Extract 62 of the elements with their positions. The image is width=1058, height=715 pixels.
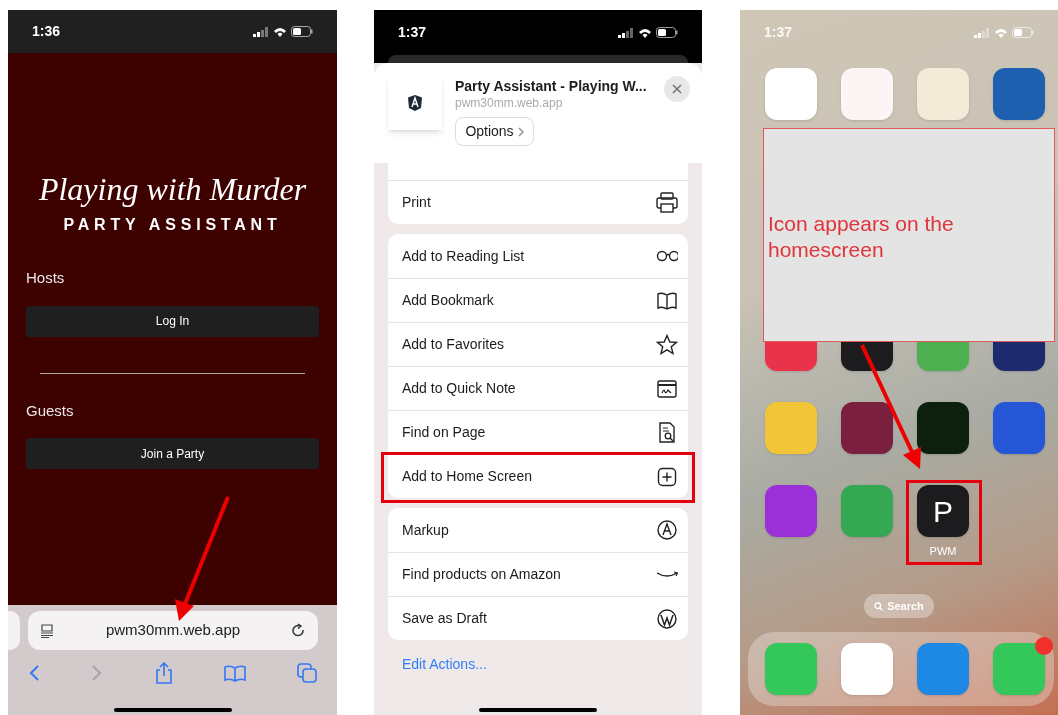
action-row[interactable]: Add to Favorites — [388, 322, 688, 366]
document-search-icon — [656, 421, 678, 444]
battery-icon — [291, 26, 313, 37]
add-square-icon — [656, 465, 678, 488]
pen-circle-icon — [656, 519, 678, 541]
section-heading: Hosts — [26, 268, 66, 288]
action-row[interactable]: Add to Home Screen — [388, 454, 688, 498]
app-icon[interactable] — [917, 402, 969, 454]
search-icon — [874, 601, 884, 611]
star-icon — [656, 333, 678, 356]
signal-icon — [253, 26, 269, 37]
status-time: 1:37 — [398, 23, 427, 42]
button[interactable]: Log In — [26, 305, 319, 337]
callout-text: Icon appears on the homescreen — [763, 128, 1055, 342]
signal-icon — [618, 27, 634, 38]
battery-icon — [656, 27, 678, 38]
chevron-icon — [517, 126, 524, 137]
battery-icon — [1012, 27, 1034, 38]
tab-preview[interactable] — [8, 611, 20, 650]
forward-icon[interactable] — [91, 664, 104, 682]
wifi-icon — [994, 27, 1008, 38]
signal-icon — [974, 27, 990, 38]
printer-icon — [656, 191, 678, 214]
share-icon[interactable] — [154, 662, 173, 684]
app-label: PWM — [929, 544, 957, 559]
app-icon[interactable] — [993, 342, 1045, 371]
logo-subtitle: PARTY ASSISTANT — [62, 215, 283, 235]
action-row[interactable]: Add to Quick Note — [388, 366, 688, 410]
app-icon[interactable] — [993, 68, 1045, 120]
book-icon[interactable] — [223, 664, 246, 682]
action-row[interactable]: Print — [388, 180, 688, 224]
sheet-title: Party Assistant - Playing W... — [455, 77, 647, 95]
shield-icon — [407, 94, 423, 112]
reload-icon — [292, 622, 306, 639]
button[interactable]: Join a Party — [26, 438, 319, 469]
wifi-icon — [273, 26, 287, 37]
back-icon[interactable] — [28, 664, 40, 682]
w-circle-icon — [656, 607, 678, 630]
smile-curve-icon — [656, 571, 678, 578]
section-heading: Guests — [26, 400, 75, 421]
action-row[interactable]: Find products on Amazon — [388, 552, 688, 596]
url-text: pwm30mm.web.app — [104, 620, 242, 641]
action-row[interactable]: Add to Reading List — [388, 234, 688, 278]
action-row[interactable]: Add Bookmark — [388, 278, 688, 322]
tabs-icon[interactable] — [297, 663, 317, 683]
close-icon — [672, 84, 682, 94]
logo-title: Playing with Murder — [37, 170, 308, 209]
app-icon[interactable] — [841, 342, 893, 371]
sheet-url: pwm30mm.web.app — [455, 95, 564, 111]
note-icon — [656, 377, 678, 400]
wifi-icon — [638, 27, 652, 38]
close-button[interactable] — [664, 76, 690, 102]
app-icon[interactable]: P — [917, 485, 969, 537]
app-icon[interactable] — [841, 402, 893, 454]
options-button[interactable]: Options — [455, 117, 534, 146]
action-row[interactable]: Find on Page — [388, 410, 688, 454]
status-time: 1:36 — [32, 22, 61, 41]
page-icon — [40, 623, 54, 638]
action-row[interactable]: Save as Draft — [388, 596, 688, 640]
address-field[interactable]: pwm30mm.web.app — [28, 611, 318, 650]
status-time: 1:37 — [764, 23, 793, 42]
action-row[interactable]: Markup — [388, 508, 688, 552]
